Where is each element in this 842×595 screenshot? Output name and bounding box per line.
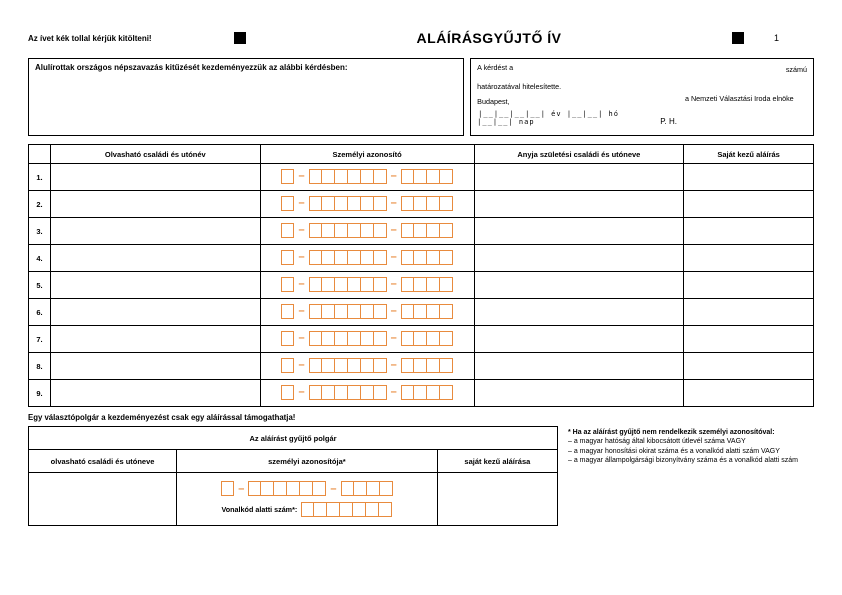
table-row: 5. ––: [29, 272, 814, 299]
table-row: 7. ––: [29, 326, 814, 353]
mother-cell[interactable]: [474, 164, 684, 191]
mother-cell[interactable]: [474, 326, 684, 353]
collector-sign-cell[interactable]: [437, 473, 557, 526]
fill-instruction: Az ívet kék tollal kérjük kitölteni!: [28, 34, 228, 43]
footnotes: * Ha az aláírást gyűjtő nem rendelkezik …: [568, 426, 814, 466]
id-cell[interactable]: ––: [260, 218, 474, 245]
id-cell[interactable]: ––: [260, 380, 474, 407]
mother-cell[interactable]: [474, 245, 684, 272]
table-row: 2. ––: [29, 191, 814, 218]
single-signature-note: Egy választópolgár a kezdeményezést csak…: [28, 413, 814, 422]
th-num: [29, 145, 51, 164]
collector-col-sign: saját kezű aláírása: [437, 450, 557, 473]
signature-cell[interactable]: [684, 191, 814, 218]
footnote-1: – a magyar hatóság által kibocsátott útl…: [568, 437, 814, 446]
table-row: 4. ––: [29, 245, 814, 272]
page-number: 1: [774, 33, 814, 43]
question-intro: Alulírottak országos népszavazás kitűzés…: [35, 63, 457, 72]
id-cell[interactable]: ––: [260, 326, 474, 353]
signature-cell[interactable]: [684, 326, 814, 353]
black-square-left: [234, 32, 246, 44]
collector-title: Az aláírást gyűjtő polgár: [29, 427, 558, 450]
auth-city: Budapest,: [477, 97, 652, 106]
row-number: 9.: [29, 380, 51, 407]
id-cell[interactable]: ––: [260, 272, 474, 299]
barcode-cells: [301, 502, 392, 517]
collector-col-id: személyi azonosítója*: [177, 450, 438, 473]
page-title: ALÁÍRÁSGYŰJTŐ ÍV: [246, 30, 732, 46]
top-bar: Az ívet kék tollal kérjük kitölteni! ALÁ…: [28, 30, 814, 46]
table-row: 3. ––: [29, 218, 814, 245]
barcode-label: Vonalkód alatti szám*:: [222, 505, 298, 514]
footnote-head: * Ha az aláírást gyűjtő nem rendelkezik …: [568, 428, 814, 437]
th-id: Személyi azonosító: [260, 145, 474, 164]
id-cell[interactable]: ––: [260, 164, 474, 191]
authentication-box: A kérdést a határozatával hitelesítette.…: [470, 58, 814, 136]
collector-table: Az aláírást gyűjtő polgár olvasható csal…: [28, 426, 558, 526]
row-number: 4.: [29, 245, 51, 272]
name-cell[interactable]: [50, 380, 260, 407]
id-cell[interactable]: ––: [260, 299, 474, 326]
th-sign: Saját kezű aláírás: [684, 145, 814, 164]
name-cell[interactable]: [50, 218, 260, 245]
name-cell[interactable]: [50, 245, 260, 272]
row-number: 6.: [29, 299, 51, 326]
decree-number-label: számú: [685, 65, 807, 74]
signature-cell[interactable]: [684, 380, 814, 407]
th-name: Olvasható családi és utónév: [50, 145, 260, 164]
auth-line1: A kérdést a: [477, 63, 677, 72]
signature-cell[interactable]: [684, 272, 814, 299]
signature-cell[interactable]: [684, 299, 814, 326]
mother-cell[interactable]: [474, 272, 684, 299]
collector-col-name: olvasható családi és utóneve: [29, 450, 177, 473]
signature-cell[interactable]: [684, 245, 814, 272]
stamp-placeholder: P. H.: [660, 117, 677, 126]
signature-cell[interactable]: [684, 353, 814, 380]
th-mother: Anyja születési családi és utóneve: [474, 145, 684, 164]
id-cell[interactable]: ––: [260, 191, 474, 218]
name-cell[interactable]: [50, 191, 260, 218]
mother-cell[interactable]: [474, 191, 684, 218]
name-cell[interactable]: [50, 326, 260, 353]
row-number: 5.: [29, 272, 51, 299]
row-number: 8.: [29, 353, 51, 380]
id-cell[interactable]: ––: [260, 245, 474, 272]
signature-cell[interactable]: [684, 218, 814, 245]
row-number: 7.: [29, 326, 51, 353]
name-cell[interactable]: [50, 353, 260, 380]
mother-cell[interactable]: [474, 218, 684, 245]
id-cell[interactable]: ––: [260, 353, 474, 380]
table-row: 1. ––: [29, 164, 814, 191]
row-number: 3.: [29, 218, 51, 245]
collector-id-cell[interactable]: –– Vonalkód alatti szám*:: [177, 473, 438, 526]
question-box: Alulírottak országos népszavazás kitűzés…: [28, 58, 464, 136]
mother-cell[interactable]: [474, 299, 684, 326]
mother-cell[interactable]: [474, 380, 684, 407]
table-row: 9. ––: [29, 380, 814, 407]
mother-cell[interactable]: [474, 353, 684, 380]
table-row: 8. ––: [29, 353, 814, 380]
signature-cell[interactable]: [684, 164, 814, 191]
name-cell[interactable]: [50, 299, 260, 326]
auth-date-template: 󠀠󠀠󠀠󠀠|__|__|__|__| év |__|__| hó |__|__| …: [477, 110, 652, 126]
footnote-3: – a magyar állampolgársági bizonyítvány …: [568, 456, 814, 465]
header-boxes: Alulírottak országos népszavazás kitűzés…: [28, 58, 814, 136]
table-row: 6. ––: [29, 299, 814, 326]
name-cell[interactable]: [50, 164, 260, 191]
black-square-right: [732, 32, 744, 44]
signed-by: a Nemzeti Választási Iroda elnöke: [685, 94, 807, 103]
row-number: 1.: [29, 164, 51, 191]
name-cell[interactable]: [50, 272, 260, 299]
collector-name-cell[interactable]: [29, 473, 177, 526]
row-number: 2.: [29, 191, 51, 218]
auth-line2: határozatával hitelesítette.: [477, 82, 677, 91]
signatures-table: Olvasható családi és utónév Személyi azo…: [28, 144, 814, 407]
footnote-2: – a magyar honosítási okirat száma és a …: [568, 447, 814, 456]
